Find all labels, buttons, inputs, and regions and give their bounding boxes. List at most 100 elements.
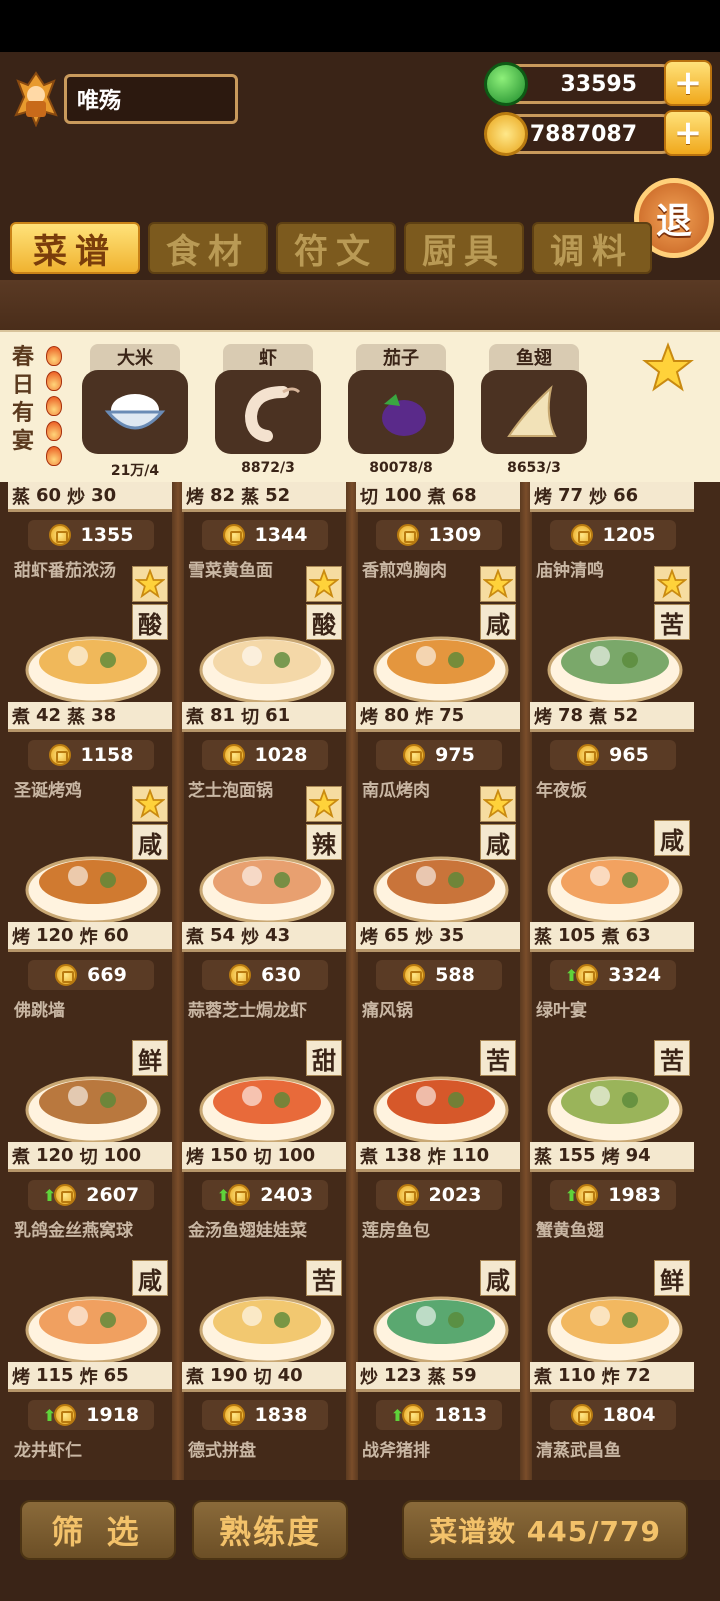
status-bar [0,0,720,52]
filter-button[interactable]: 筛 选 [20,1500,176,1560]
skill-value: 110 [558,1365,596,1386]
recipe-card[interactable]: 莲房鱼包 咸 炒 123 蒸 59 ⬆ 1813 [356,1220,520,1440]
recipe-card[interactable]: 绿叶宴 苦 蒸 155 烤 94 ⬆ 1983 [530,1000,694,1220]
skill-label: 煮 [186,926,204,948]
favorite-star-icon[interactable] [480,566,516,602]
tab-seasonings[interactable]: 调料 [532,222,652,274]
recipe-price: 669 [28,960,154,990]
skill-label: 炸 [79,926,98,948]
recipe-card[interactable]: 痛风锅 苦 煮 138 炸 110 2023 [356,1000,520,1220]
price-value: 1344 [254,524,308,546]
skill-label: 烤 [12,1366,30,1388]
ingredient-rice[interactable]: 大米 21万/4 [82,344,188,480]
skill-value: 100 [384,485,422,506]
skill-value: 38 [91,705,117,726]
skill-value: 120 [36,925,74,946]
skill-label: 蒸 [534,926,552,948]
recipe-count-button[interactable]: 菜谱数 445/779 [402,1500,688,1560]
skill-value: 60 [36,485,62,506]
coin-icon [222,744,245,766]
skill-value: 61 [265,705,291,726]
skill-row: 煮 81 切 61 [182,702,346,732]
proficiency-button[interactable]: 熟练度 [192,1500,348,1560]
favorite-star-icon[interactable] [306,566,342,602]
recipe-card[interactable]: 蒸 60 炒 30 1355 [8,482,172,560]
recipe-card[interactable]: 蟹黄鱼翅 鲜 煮 110 炸 72 1804 [530,1220,694,1440]
favorite-star-icon[interactable] [654,566,690,602]
recipe-card[interactable]: 庙钟清鸣 苦 烤 78 煮 52 965 [530,560,694,780]
recipe-name: 雪菜黄鱼面 [188,561,273,581]
skill-value: 110 [451,1145,490,1166]
skill-label: 炒 [241,926,260,948]
recipe-card[interactable]: 切 100 煮 68 1309 [356,482,520,560]
favorite-star-icon[interactable] [642,342,694,394]
tab-runes[interactable]: 符文 [276,222,396,274]
price-value: 1918 [86,1404,140,1426]
recipe-card[interactable]: 金汤鱼翅娃娃菜 苦 煮 190 切 40 1838 [182,1220,346,1440]
recipe-grid: 蒸 60 炒 30 1355 烤 82 蒸 52 1344 切 100 煮 68… [0,482,720,1512]
favorite-star-icon[interactable] [132,786,168,822]
recipe-card[interactable]: 南瓜烤肉 咸 烤 65 炒 35 588 [356,780,520,1000]
skill-label: 烤 [186,486,204,508]
skill-label: 蒸 [241,486,260,508]
skill-row: 烤 77 炒 66 [530,482,694,512]
favorite-star-icon[interactable] [132,566,168,602]
chef-avatar-icon[interactable] [14,71,58,128]
coin-icon [570,524,593,546]
recipe-card[interactable]: 年夜饭 咸 蒸 105 煮 63 ⬆ 3324 [530,780,694,1000]
skill-label: 切 [360,486,378,508]
add-jade-button[interactable]: + [664,60,712,106]
coin-icon [403,964,426,986]
taste-badge: 鲜 [654,1260,690,1296]
ingredient-eggplant[interactable]: 茄子 80078/8 [348,344,454,476]
coin-icon [402,1404,425,1426]
shark-fin-icon [481,370,587,454]
price-value: 975 [435,744,475,766]
skill-label: 烤 [534,706,552,728]
coin-icon [577,744,600,766]
skill-label: 煮 [534,1366,552,1388]
favorite-star-icon[interactable] [480,786,516,822]
skill-value: 52 [613,705,639,726]
recipe-name: 绿叶宴 [536,1001,587,1021]
tab-recipes[interactable]: 菜谱 [10,222,140,274]
skill-row: 烤 82 蒸 52 [182,482,346,512]
coin-icon [54,1184,77,1206]
skill-label: 炒 [589,486,608,508]
recipe-card[interactable]: 香煎鸡胸肉 咸 烤 80 炸 75 975 [356,560,520,780]
skill-value: 52 [265,485,291,506]
recipe-card[interactable]: 佛跳墙 鲜 煮 120 切 100 ⬆ 2607 [8,1000,172,1220]
skill-row: 煮 120 切 100 [8,1142,172,1172]
add-coins-button[interactable]: + [664,110,712,156]
skill-value: 75 [439,705,465,726]
skill-value: 68 [451,485,477,506]
price-value: 1355 [80,524,134,546]
favorite-star-icon[interactable] [306,786,342,822]
price-value: 1158 [80,744,134,766]
flame-icons [46,346,66,471]
recipe-card[interactable]: 蒜蓉芝士焗龙虾 甜 烤 150 切 100 ⬆ 2403 [182,1000,346,1220]
recipe-card[interactable]: 圣诞烤鸡 咸 烤 120 炸 60 669 [8,780,172,1000]
skill-label: 炒 [360,1366,378,1388]
skill-value: 30 [91,485,117,506]
recipe-card[interactable]: 烤 82 蒸 52 1344 [182,482,346,560]
recipe-card[interactable]: 烤 77 炒 66 1205 [530,482,694,560]
recipe-card[interactable]: 雪菜黄鱼面 酸 煮 81 切 61 1028 [182,560,346,780]
skill-row: 烤 80 炸 75 [356,702,520,732]
tab-utensils[interactable]: 厨具 [404,222,524,274]
recipe-name: 南瓜烤肉 [362,781,430,801]
coin-icon [576,1184,599,1206]
recipe-card[interactable]: 芝士泡面锅 辣 煮 54 炒 43 630 [182,780,346,1000]
recipe-card[interactable]: 甜虾番茄浓汤 酸 煮 42 蒸 38 1158 [8,560,172,780]
recipe-price: ⬆ 1983 [550,1180,676,1210]
recipe-card[interactable]: 乳鸽金丝燕窝球 咸 烤 115 炸 65 ⬆ 1918 [8,1220,172,1440]
skill-label: 煮 [186,1366,204,1388]
player-info[interactable]: 唯殇 [14,70,238,128]
category-tabs: 菜谱 食材 符文 厨具 调料 [10,222,652,274]
recipe-price: 1838 [202,1400,328,1430]
tab-ingredients[interactable]: 食材 [148,222,268,274]
ingredient-count: 80078/8 [369,460,433,476]
recipe-name: 痛风锅 [362,1001,413,1021]
ingredient-shark-fin[interactable]: 鱼翅 8653/3 [481,344,587,476]
ingredient-shrimp[interactable]: 虾 8872/3 [215,344,321,476]
